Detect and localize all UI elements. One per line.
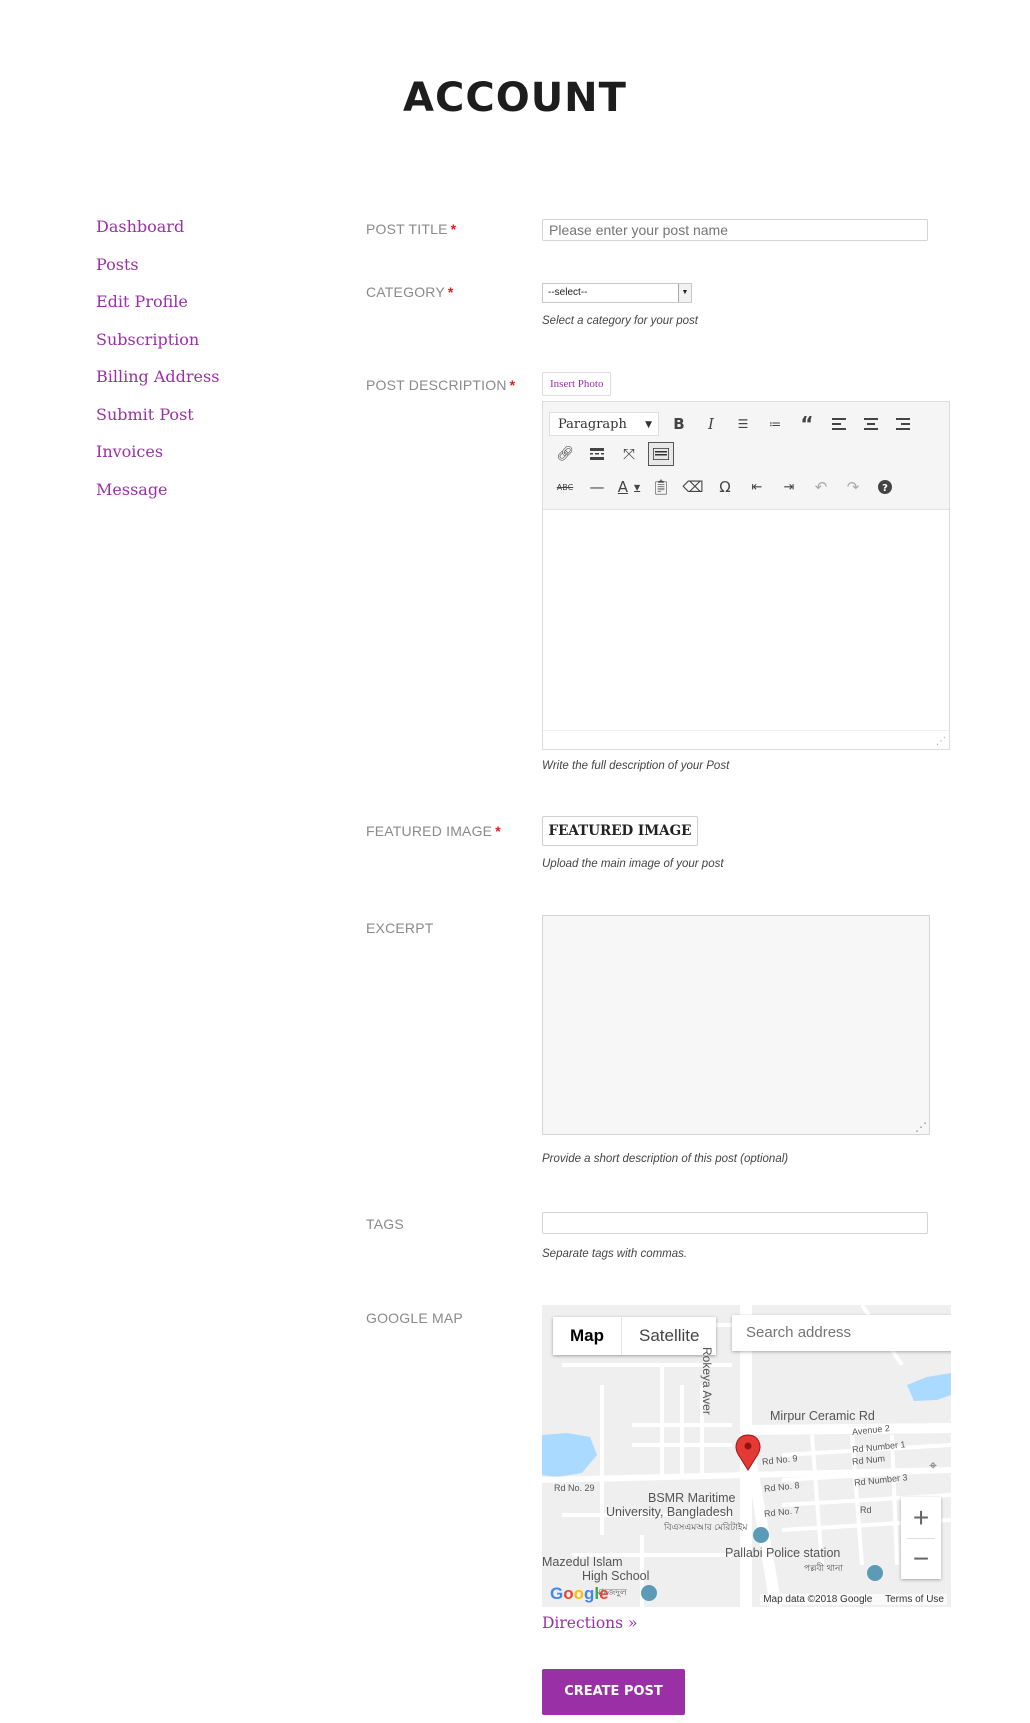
- required-marker: *: [495, 823, 501, 839]
- zoom-out-button[interactable]: −: [901, 1538, 941, 1579]
- category-hint: Select a category for your post: [542, 315, 698, 327]
- chevron-down-icon: ▼: [678, 284, 691, 302]
- map-search-input[interactable]: [732, 1315, 951, 1351]
- blockquote-icon[interactable]: “: [791, 411, 823, 437]
- map-label: BSMR Maritime: [648, 1491, 736, 1505]
- map-type-map-button[interactable]: Map: [553, 1317, 622, 1355]
- featured-image-hint: Upload the main image of your post: [542, 858, 724, 870]
- map-label: Pallabi Police station: [725, 1546, 841, 1560]
- resize-grip-icon[interactable]: ⋰: [936, 736, 946, 747]
- format-select-value: Paragraph: [558, 417, 627, 432]
- required-marker: *: [447, 284, 454, 300]
- map-label: Rd No. 29: [554, 1483, 595, 1493]
- google-map-label: GOOGLE MAP: [366, 1310, 463, 1326]
- format-select[interactable]: Paragraph ▼: [549, 412, 659, 436]
- google-logo: Google: [550, 1584, 609, 1603]
- editor-toolbar: Paragraph ▼ B I ☰ ≔ “ 🔗︎ ⤧ ABC — A ▼ 📋︎ …: [543, 402, 949, 510]
- tags-label: TAGS: [366, 1216, 404, 1232]
- account-sidebar: Dashboard Posts Edit Profile Subscriptio…: [96, 212, 219, 512]
- sidebar-item-invoices[interactable]: Invoices: [96, 437, 219, 475]
- category-selected-value: --select--: [548, 287, 588, 298]
- toolbar-toggle-icon[interactable]: [648, 442, 674, 466]
- map-label: High School: [582, 1569, 650, 1583]
- map-label: বিএসএমআর মেরিটাইম: [664, 1522, 748, 1532]
- create-post-button[interactable]: CREATE POST: [542, 1669, 685, 1715]
- zoom-in-button[interactable]: +: [901, 1497, 941, 1538]
- fullscreen-icon[interactable]: ⤧: [613, 441, 645, 467]
- sidebar-item-submit-post[interactable]: Submit Post: [96, 400, 219, 438]
- bold-icon[interactable]: B: [663, 411, 695, 437]
- excerpt-label: EXCERPT: [366, 920, 434, 936]
- help-icon[interactable]: ?: [869, 474, 901, 500]
- required-marker: *: [509, 377, 516, 393]
- indent-icon[interactable]: ⇥: [773, 474, 805, 500]
- clear-format-icon[interactable]: ⌫: [677, 474, 709, 500]
- map-label: Rd: [860, 1505, 872, 1515]
- description-hint: Write the full description of your Post: [542, 760, 730, 772]
- chevron-down-icon: ▼: [645, 420, 652, 430]
- post-description-label: POST DESCRIPTION *: [366, 377, 516, 393]
- terms-link[interactable]: Terms of Use: [885, 1594, 944, 1605]
- paste-text-icon[interactable]: 📋︎: [645, 474, 677, 500]
- post-title-input[interactable]: [542, 219, 928, 241]
- featured-image-label: FEATURED IMAGE *: [366, 823, 501, 839]
- map-attribution: Map data ©2018 Google Terms of Use: [760, 1594, 947, 1605]
- sidebar-item-posts[interactable]: Posts: [96, 250, 219, 288]
- bullet-list-icon[interactable]: ☰: [727, 411, 759, 437]
- align-center-icon[interactable]: [855, 411, 887, 437]
- sidebar-item-dashboard[interactable]: Dashboard: [96, 212, 219, 250]
- page-title: ACCOUNT: [403, 75, 627, 121]
- link-icon[interactable]: 🔗︎: [549, 441, 581, 467]
- align-right-icon[interactable]: [887, 411, 919, 437]
- numbered-list-icon[interactable]: ≔: [759, 411, 791, 437]
- map-label: University, Bangladesh: [606, 1505, 733, 1519]
- excerpt-hint: Provide a short description of this post…: [542, 1153, 789, 1165]
- post-title-label: POST TITLE *: [366, 221, 457, 237]
- my-location-icon[interactable]: ⌖: [929, 1457, 937, 1474]
- map-type-control: Map Satellite: [553, 1317, 717, 1355]
- zoom-control: + −: [901, 1497, 941, 1579]
- map-label: পল্লবী থানা: [804, 1563, 844, 1573]
- map-data-text: Map data ©2018 Google: [763, 1594, 873, 1605]
- align-left-icon[interactable]: [823, 411, 855, 437]
- divider: [907, 1538, 935, 1539]
- category-label: CATEGORY *: [366, 284, 454, 300]
- directions-link[interactable]: Directions »: [542, 1614, 638, 1632]
- svg-text:?: ?: [882, 483, 888, 494]
- sidebar-item-message[interactable]: Message: [96, 475, 219, 513]
- special-char-icon[interactable]: Ω: [709, 474, 741, 500]
- sidebar-item-billing-address[interactable]: Billing Address: [96, 362, 219, 400]
- category-select[interactable]: --select-- ▼: [542, 283, 692, 303]
- google-map[interactable]: Map Satellite Mirpur Ceramic Rd Rokeya A…: [542, 1305, 951, 1607]
- horizontal-line-icon[interactable]: —: [581, 474, 613, 500]
- strikethrough-icon[interactable]: ABC: [549, 474, 581, 500]
- tags-hint: Separate tags with commas.: [542, 1248, 688, 1260]
- description-editor: Paragraph ▼ B I ☰ ≔ “ 🔗︎ ⤧ ABC — A ▼ 📋︎ …: [542, 401, 950, 750]
- editor-status-bar: ⋰: [543, 730, 949, 749]
- read-more-icon[interactable]: [581, 441, 613, 467]
- featured-image-button[interactable]: FEATURED IMAGE: [542, 816, 698, 846]
- redo-icon[interactable]: ↷: [837, 474, 869, 500]
- insert-photo-button[interactable]: Insert Photo: [542, 372, 612, 396]
- map-label: Mirpur Ceramic Rd: [770, 1409, 875, 1423]
- map-label: Mazedul Islam: [542, 1555, 623, 1569]
- text-color-icon[interactable]: A ▼: [613, 474, 645, 500]
- sidebar-item-edit-profile[interactable]: Edit Profile: [96, 287, 219, 325]
- map-label: Rokeya Aver: [700, 1347, 714, 1415]
- italic-icon[interactable]: I: [695, 411, 727, 437]
- required-marker: *: [450, 221, 457, 237]
- excerpt-textarea[interactable]: ⋰: [542, 915, 930, 1135]
- resize-grip-icon[interactable]: ⋰: [915, 1120, 927, 1134]
- outdent-icon[interactable]: ⇤: [741, 474, 773, 500]
- undo-icon[interactable]: ↶: [805, 474, 837, 500]
- sidebar-item-subscription[interactable]: Subscription: [96, 325, 219, 363]
- tags-input[interactable]: [542, 1212, 928, 1234]
